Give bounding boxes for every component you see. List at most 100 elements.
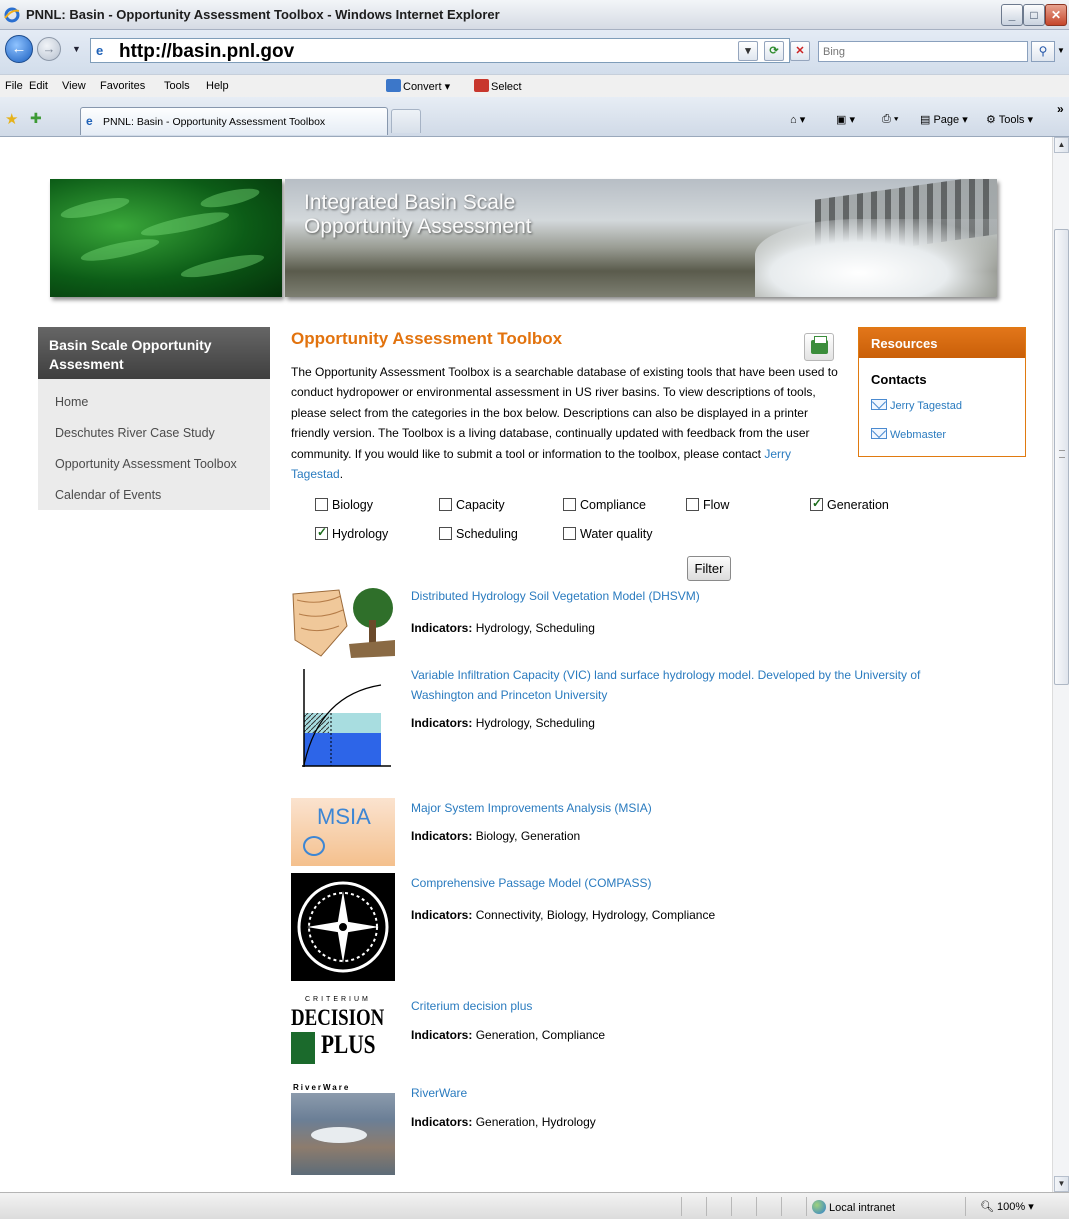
url-dropdown-button[interactable]: ▾	[738, 41, 758, 61]
vic-thumbnail	[291, 665, 395, 775]
zoom-level[interactable]: 🔍︎ 100% ▾	[980, 1200, 1034, 1213]
nav-link-calendar[interactable]: Calendar of Events	[38, 481, 270, 512]
home-button[interactable]: ⌂ ▾	[790, 113, 805, 126]
search-go-button[interactable]: ⚲	[1031, 41, 1055, 62]
search-input[interactable]	[819, 42, 1027, 61]
window-titlebar: PNNL: Basin - Opportunity Assessment Too…	[0, 0, 1069, 30]
vertical-scrollbar[interactable]: ▲ ▼	[1052, 137, 1069, 1192]
salmon-banner-image	[50, 179, 282, 297]
maximize-button[interactable]: □	[1023, 4, 1045, 26]
tool-indicators-criterium: Indicators: Generation, Compliance	[411, 1028, 605, 1042]
ie-logo-icon	[4, 7, 20, 23]
banner-title-line1: Integrated Basin Scale	[304, 191, 516, 214]
tab-page-icon: e	[86, 114, 93, 128]
banner-title-line2: Opportunity Assessment	[304, 215, 532, 238]
indicators-label: Indicators:	[411, 621, 473, 635]
category-hydrology-label: Hydrology	[332, 527, 389, 541]
tool-link-msia[interactable]: Major System Improvements Analysis (MSIA…	[411, 798, 971, 818]
add-favorite-icon[interactable]: ✚	[30, 110, 42, 127]
refresh-button[interactable]: ⟳	[764, 41, 784, 61]
checkbox-box-checked[interactable]	[810, 496, 823, 511]
address-bar: ← → ▼ e http://basin.pnl.gov ▾ ⟳ ✕ ⚲ ▼	[0, 30, 1069, 74]
search-options-dropdown[interactable]: ▼	[1057, 46, 1065, 55]
close-window-button[interactable]: ✕	[1045, 4, 1067, 26]
checkbox-box-checked[interactable]	[315, 525, 328, 540]
menu-file[interactable]: File	[5, 80, 23, 92]
terrain-tree-icon	[292, 588, 395, 658]
select-button[interactable]: Select	[474, 79, 522, 93]
minimize-button[interactable]: _	[1001, 4, 1023, 26]
printer-friendly-button[interactable]	[804, 333, 834, 361]
menu-edit[interactable]: Edit	[29, 80, 48, 92]
intro-text: The Opportunity Assessment Toolbox is a …	[291, 365, 838, 461]
stop-button[interactable]: ✕	[790, 41, 810, 61]
chevron-more-icon[interactable]: »	[1057, 102, 1064, 116]
indicators-label: Indicators:	[411, 908, 473, 922]
criterium-thumbnail: CRITERIUM DECISION PLUS	[291, 996, 395, 1066]
forward-button[interactable]: →	[37, 37, 61, 61]
tool-link-compass[interactable]: Comprehensive Passage Model (COMPASS)	[411, 873, 971, 893]
intro-end: .	[339, 467, 344, 482]
menu-view[interactable]: View	[62, 80, 86, 92]
indicators-value: Generation, Compliance	[475, 1028, 606, 1042]
checkbox-box[interactable]	[439, 527, 452, 540]
category-generation[interactable]: Generation	[810, 496, 889, 512]
tool-link-vic[interactable]: Variable Infiltration Capacity (VIC) lan…	[411, 665, 971, 705]
tools-menu-button[interactable]: ⚙ Tools ▾	[986, 113, 1033, 126]
printer-icon	[811, 336, 828, 354]
tool-indicators-dhsvm: Indicators: Hydrology, Scheduling	[411, 621, 595, 635]
category-capacity[interactable]: Capacity	[439, 498, 505, 512]
search-box[interactable]	[818, 41, 1028, 62]
convert-button[interactable]: Convert ▾	[386, 79, 450, 93]
nav-link-home[interactable]: Home	[38, 388, 270, 419]
criterium-logo-decision: DECISION	[291, 1005, 385, 1030]
scroll-up-arrow-icon[interactable]: ▲	[1054, 137, 1069, 153]
checkbox-box[interactable]	[439, 498, 452, 511]
category-flow[interactable]: Flow	[686, 498, 729, 512]
page-viewport: Integrated Basin Scale Opportunity Asses…	[0, 137, 1052, 1192]
dam-banner-image: Integrated Basin Scale Opportunity Asses…	[285, 179, 997, 297]
gear-icon: ⚙	[986, 114, 996, 126]
print-command-button[interactable]: ⎙ ▾	[882, 113, 899, 126]
scroll-down-arrow-icon[interactable]: ▼	[1054, 1176, 1069, 1192]
menu-favorites[interactable]: Favorites	[100, 80, 145, 92]
tool-indicators-msia: Indicators: Biology, Generation	[411, 829, 580, 843]
back-button[interactable]: ←	[5, 35, 33, 63]
checkbox-box[interactable]	[686, 498, 699, 511]
contact-link-jerry[interactable]: Jerry Tagestad	[871, 399, 962, 412]
category-flow-label: Flow	[703, 498, 730, 512]
checkbox-box[interactable]	[563, 527, 576, 540]
filter-button[interactable]: Filter	[687, 556, 731, 581]
favorites-star-icon[interactable]: ★	[5, 110, 18, 128]
menu-tools[interactable]: Tools	[164, 80, 190, 92]
category-biology-label: Biology	[332, 498, 373, 512]
nav-link-deschutes[interactable]: Deschutes River Case Study	[38, 419, 270, 450]
category-water-quality[interactable]: Water quality	[563, 527, 652, 541]
category-compliance[interactable]: Compliance	[563, 498, 646, 512]
resources-heading: Resources	[859, 328, 1025, 358]
category-biology[interactable]: Biology	[315, 498, 373, 512]
checkbox-box[interactable]	[315, 498, 328, 511]
forward-arrow-icon: →	[42, 41, 56, 56]
scrollbar-thumb[interactable]	[1054, 229, 1069, 685]
category-scheduling[interactable]: Scheduling	[439, 527, 518, 541]
indicators-value: Biology, Generation	[475, 829, 581, 843]
security-zone[interactable]: Local intranet	[812, 1200, 895, 1214]
tool-link-dhsvm[interactable]: Distributed Hydrology Soil Vegetation Mo…	[411, 586, 971, 606]
category-hydrology[interactable]: Hydrology	[315, 525, 389, 541]
contact-link-webmaster[interactable]: Webmaster	[871, 428, 946, 441]
tab-current[interactable]: e PNNL: Basin - Opportunity Assessment T…	[80, 107, 388, 135]
tool-link-criterium[interactable]: Criterium decision plus	[411, 996, 971, 1016]
tool-link-riverware[interactable]: RiverWare	[411, 1083, 971, 1103]
nav-link-toolbox[interactable]: Opportunity Assessment Toolbox	[38, 450, 270, 481]
category-scheduling-label: Scheduling	[456, 527, 518, 541]
menu-help[interactable]: Help	[206, 80, 229, 92]
url-field[interactable]: e http://basin.pnl.gov	[90, 38, 790, 63]
fish-shape	[199, 184, 261, 212]
feeds-button[interactable]: ▣ ▾	[836, 113, 855, 126]
checkbox-box[interactable]	[563, 498, 576, 511]
new-tab-button[interactable]	[391, 109, 421, 133]
page-menu-button[interactable]: ▤ Page ▾	[920, 113, 968, 126]
indicators-label: Indicators:	[411, 716, 473, 730]
recent-pages-dropdown[interactable]: ▼	[72, 44, 81, 54]
